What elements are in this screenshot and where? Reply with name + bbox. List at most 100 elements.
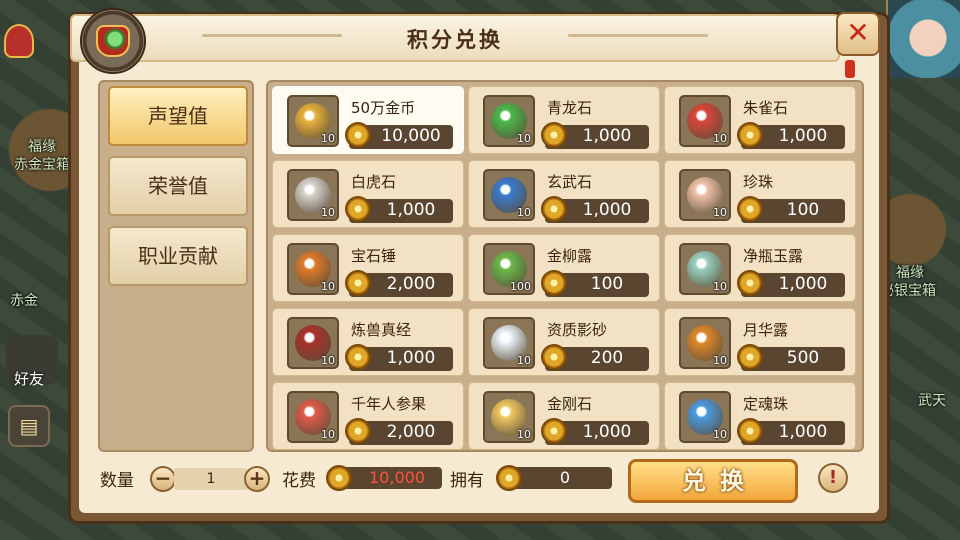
exchange-item[interactable]: 10 资质影砂 200 (468, 308, 660, 376)
tab-honor[interactable]: 荣誉值 (108, 156, 248, 216)
fortune-god-icon[interactable] (4, 24, 34, 58)
owned-value: 0 (559, 468, 571, 487)
coin-icon (737, 196, 763, 222)
item-price-display: 10,000 (345, 122, 453, 149)
item-price: 1,000 (582, 200, 632, 220)
scene-label: 赤金 (10, 293, 38, 309)
coin-icon (737, 344, 763, 370)
item-icon-frame: 10 (287, 317, 339, 369)
item-icon-frame: 10 (287, 169, 339, 221)
item-count: 10 (321, 206, 335, 219)
increase-quantity-button[interactable]: + (244, 466, 270, 492)
item-icon-frame: 10 (483, 317, 535, 369)
exchange-item[interactable]: 10 白虎石 1,000 (272, 160, 464, 228)
player-avatar[interactable] (886, 0, 960, 78)
item-count: 10 (713, 280, 727, 293)
item-price: 1,000 (778, 274, 828, 294)
exchange-item[interactable]: 10 宝石锤 2,000 (272, 234, 464, 302)
exchange-item[interactable]: 10 炼兽真经 1,000 (272, 308, 464, 376)
chat-bubble-icon[interactable]: ▤ (8, 405, 50, 447)
item-price-display: 1,000 (541, 196, 649, 223)
coin-icon (345, 122, 371, 148)
exchange-item[interactable]: 10 青龙石 1,000 (468, 86, 660, 154)
item-count: 10 (517, 206, 531, 219)
item-price: 100 (590, 274, 624, 294)
item-price: 1,000 (582, 126, 632, 146)
item-price: 1,000 (386, 348, 436, 368)
item-count: 10 (321, 280, 335, 293)
item-price: 100 (786, 200, 820, 220)
exchange-item[interactable]: 100 金柳露 100 (468, 234, 660, 302)
item-name: 净瓶玉露 (743, 247, 804, 265)
item-name: 青龙石 (547, 99, 593, 117)
item-price-display: 200 (541, 344, 649, 371)
exchange-item[interactable]: 10 50万金币 10,000 (272, 86, 464, 154)
item-count: 10 (321, 132, 335, 145)
item-icon-frame: 100 (483, 243, 535, 295)
item-price: 1,000 (386, 200, 436, 220)
item-price-display: 1,000 (345, 196, 453, 223)
exchange-button[interactable]: 兑换 (628, 459, 798, 503)
quantity-field[interactable]: 1 (174, 468, 248, 490)
item-icon-frame: 10 (483, 391, 535, 443)
item-icon-frame: 10 (679, 391, 731, 443)
item-price-display: 1,000 (737, 270, 845, 297)
item-name: 月华露 (743, 321, 789, 339)
coin-icon (496, 465, 522, 491)
item-price-display: 100 (737, 196, 845, 223)
item-price-display: 100 (541, 270, 649, 297)
item-icon-frame: 10 (483, 95, 535, 147)
item-price: 200 (590, 348, 624, 368)
item-count: 10 (517, 132, 531, 145)
item-name: 白虎石 (351, 173, 397, 191)
coin-icon (737, 270, 763, 296)
dialog-titlebar: 积分兑换 (70, 14, 840, 62)
exchange-item[interactable]: 10 千年人参果 2,000 (272, 382, 464, 450)
item-price: 500 (786, 348, 820, 368)
item-price-display: 500 (737, 344, 845, 371)
item-name: 珍珠 (743, 173, 774, 191)
item-icon-frame: 10 (287, 243, 339, 295)
item-price-display: 1,000 (345, 344, 453, 371)
tab-profession-contribution[interactable]: 职业贡献 (108, 226, 248, 286)
item-count: 10 (517, 428, 531, 441)
exchange-item[interactable]: 10 朱雀石 1,000 (664, 86, 856, 154)
item-count: 10 (517, 354, 531, 367)
item-price-display: 2,000 (345, 418, 453, 445)
exchange-item[interactable]: 10 月华露 500 (664, 308, 856, 376)
exchange-item-grid[interactable]: 10 50万金币 10,000 10 青龙石 1,000 10 朱雀石 1,000 10 白虎石 1,… (266, 80, 864, 452)
item-icon-frame: 10 (679, 169, 731, 221)
item-name: 50万金币 (351, 99, 416, 117)
exchange-item[interactable]: 10 定魂珠 1,000 (664, 382, 856, 450)
item-price: 1,000 (582, 422, 632, 442)
item-name: 金柳露 (547, 247, 593, 265)
item-name: 玄武石 (547, 173, 593, 191)
tab-reputation[interactable]: 声望值 (108, 86, 248, 146)
item-count: 10 (713, 132, 727, 145)
exchange-item[interactable]: 10 金刚石 1,000 (468, 382, 660, 450)
cost-display: 10,000 (340, 467, 442, 489)
exchange-emblem-icon (80, 8, 146, 74)
item-count: 100 (510, 280, 531, 293)
coin-icon (345, 418, 371, 444)
item-name: 金刚石 (547, 395, 593, 413)
close-button[interactable]: ✕ (836, 12, 880, 56)
item-name: 宝石锤 (351, 247, 397, 265)
friends-button[interactable]: 好友 (6, 335, 58, 388)
coin-icon (541, 122, 567, 148)
quantity-label: 数量 (100, 471, 134, 491)
exchange-item[interactable]: 10 净瓶玉露 1,000 (664, 234, 856, 302)
item-price: 2,000 (386, 274, 436, 294)
coin-icon (345, 196, 371, 222)
exchange-item[interactable]: 10 珍珠 100 (664, 160, 856, 228)
coin-icon (541, 270, 567, 296)
item-price: 2,000 (386, 422, 436, 442)
lantern-decoration (845, 60, 855, 78)
help-button[interactable]: ! (818, 463, 848, 493)
item-icon-frame: 10 (679, 95, 731, 147)
decrease-quantity-button[interactable]: − (150, 466, 176, 492)
item-price-display: 1,000 (737, 122, 845, 149)
item-price: 10,000 (381, 126, 441, 146)
exchange-item[interactable]: 10 玄武石 1,000 (468, 160, 660, 228)
coin-icon (737, 418, 763, 444)
